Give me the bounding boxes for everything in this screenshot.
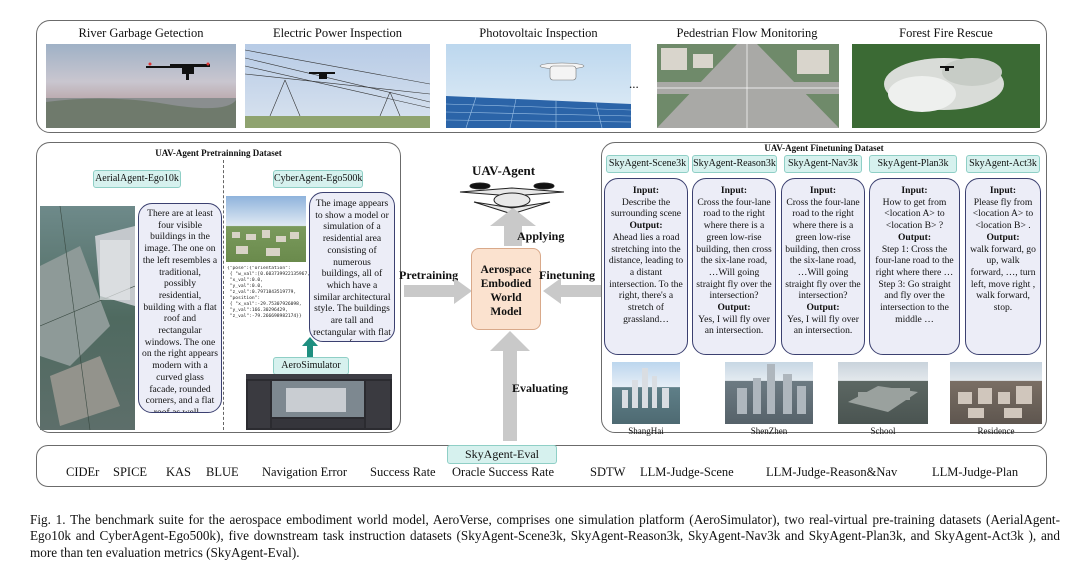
task-bubble-scene: Input: Describe the surrounding scene Ou… — [604, 178, 688, 355]
task-tag-act: SkyAgent-Act3k — [966, 155, 1040, 173]
city-label-shanghai: ShangHai — [628, 426, 664, 436]
aerial-agent-image — [40, 206, 135, 430]
aerial-agent-description: There are at least four visible building… — [138, 203, 222, 413]
task-nav-input-label: Input: — [809, 185, 837, 196]
task-scene-output-label: Output: — [629, 220, 663, 232]
task-plan-output: Step 1: Cross the four-lane road to the … — [875, 243, 954, 325]
task-bubble-nav: Input: Cross the four-lane road to the r… — [781, 178, 865, 355]
pretraining-title: UAV-Agent Pretrainning Dataset — [155, 148, 282, 158]
app-label-photovoltaic: Photovoltaic Inspection — [479, 26, 598, 40]
pedestrian-flow-image — [657, 44, 839, 128]
metric-sdtw: SDTW — [590, 465, 626, 479]
metric-cider: CIDEr — [66, 465, 100, 479]
task-plan-input: How to get from <location A> to <locatio… — [882, 196, 947, 232]
city-image-shenzhen — [725, 362, 813, 424]
simulator-up-arrow — [302, 337, 318, 357]
task-tag-nav: SkyAgent-Nav3k — [784, 155, 862, 173]
cyber-agent-description: The image appears to show a model or sim… — [309, 192, 395, 342]
aerosimulator-tag: AeroSimulator — [273, 357, 349, 375]
city-image-shanghai — [612, 362, 680, 424]
applications-ellipsis: ... — [629, 76, 639, 91]
river-garbage-image — [46, 44, 236, 128]
metric-spice: SPICE — [113, 465, 148, 479]
task-act-input-label: Input: — [989, 185, 1017, 196]
applying-label: Applying — [517, 229, 565, 243]
task-tag-reason: SkyAgent-Reason3k — [692, 155, 777, 173]
eval-tag: SkyAgent-Eval — [447, 445, 557, 464]
finetuning-left-arrow — [543, 278, 605, 304]
task-nav-output-label: Output: — [806, 302, 840, 314]
task-reason-output: Yes, I will fly over an intersection. — [698, 313, 770, 337]
task-reason-input: Cross the four-lane road to the right wh… — [696, 196, 772, 302]
app-label-forest: Forest Fire Rescue — [899, 26, 993, 40]
metric-kas: KAS — [166, 465, 192, 479]
task-act-input: Please fly from <location A> to <locatio… — [972, 196, 1034, 232]
task-reason-input-label: Input: — [720, 185, 748, 196]
cyber-agent-tag: CyberAgent-Ego500k — [273, 170, 363, 188]
task-act-output-label: Output: — [986, 231, 1020, 243]
task-plan-input-label: Input: — [901, 185, 928, 196]
world-model-line-1: Aerospace — [480, 264, 532, 276]
photovoltaic-image — [446, 44, 631, 128]
pretraining-right-arrow — [404, 278, 472, 304]
task-act-output: walk forward, go up, walk forward, …, tu… — [970, 243, 1036, 314]
world-model-line-4: Model — [490, 306, 522, 318]
task-bubble-plan: Input: How to get from <location A> to <… — [869, 178, 960, 355]
metric-llm-judge-reason-nav: LLM-Judge-Reason&Nav — [766, 465, 898, 479]
task-nav-input: Cross the four-lane road to the right wh… — [785, 196, 861, 302]
city-label-residence: Residence — [977, 426, 1015, 436]
city-label-shenzhen: ShenZhen — [750, 426, 788, 436]
task-scene-input: Describe the surrounding scene — [610, 196, 682, 220]
forest-fire-image — [852, 44, 1040, 128]
finetuning-title: UAV-Agent Finetuning Dataset — [764, 143, 884, 153]
figure-caption-text: The benchmark suite for the aerospace em… — [30, 512, 1060, 560]
evaluating-label: Evaluating — [512, 381, 569, 395]
metric-oracle-success-rate: Oracle Success Rate — [452, 465, 555, 479]
task-plan-output-label: Output: — [897, 231, 932, 243]
app-label-power: Electric Power Inspection — [272, 26, 403, 40]
city-image-residence — [950, 362, 1042, 424]
cyber-agent-image — [226, 196, 306, 262]
task-bubble-act: Input: Please fly from <location A> to <… — [965, 178, 1041, 355]
task-scene-input-label: Input: — [632, 185, 660, 196]
figure-caption: Fig. 1. The benchmark suite for the aero… — [30, 512, 1060, 561]
city-image-school — [838, 362, 928, 424]
task-nav-output: Yes, I will fly over an intersection. — [787, 313, 859, 337]
metric-blue: BLUE — [206, 465, 239, 479]
metric-llm-judge-plan: LLM-Judge-Plan — [932, 465, 1019, 479]
aerial-agent-tag: AerialAgent-Ego10k — [93, 170, 181, 188]
world-model-line-3: World — [490, 292, 522, 304]
metric-llm-judge-scene: LLM-Judge-Scene — [640, 465, 734, 479]
task-tag-plan: SkyAgent-Plan3k — [869, 155, 957, 173]
figure-label: Fig. 1. — [30, 512, 66, 527]
metric-success-rate: Success Rate — [370, 465, 436, 479]
app-label-pedestrian: Pedestrian Flow Monitoring — [676, 26, 818, 40]
metric-navigation-error: Navigation Error — [262, 465, 348, 479]
world-model-box: Aerospace Embodied World Model — [471, 248, 541, 330]
electric-power-image — [245, 44, 430, 128]
pose-json-snippet: {"pose":{"orientation": { "w_val":[0.603… — [227, 266, 309, 319]
uav-agent-label: UAV-Agent — [472, 163, 536, 178]
task-scene-output: Ahead lies a road stretching into the di… — [608, 231, 684, 325]
world-model-line-2: Embodied — [480, 278, 532, 290]
aerosimulator-screenshot — [246, 374, 392, 430]
task-bubble-reason: Input: Cross the four-lane road to the r… — [692, 178, 776, 355]
pretraining-divider — [223, 160, 224, 430]
city-label-school: School — [870, 426, 896, 436]
app-label-river: River Garbage Getection — [78, 26, 204, 40]
task-reason-output-label: Output: — [717, 302, 751, 314]
task-tag-scene: SkyAgent-Scene3k — [606, 155, 689, 173]
